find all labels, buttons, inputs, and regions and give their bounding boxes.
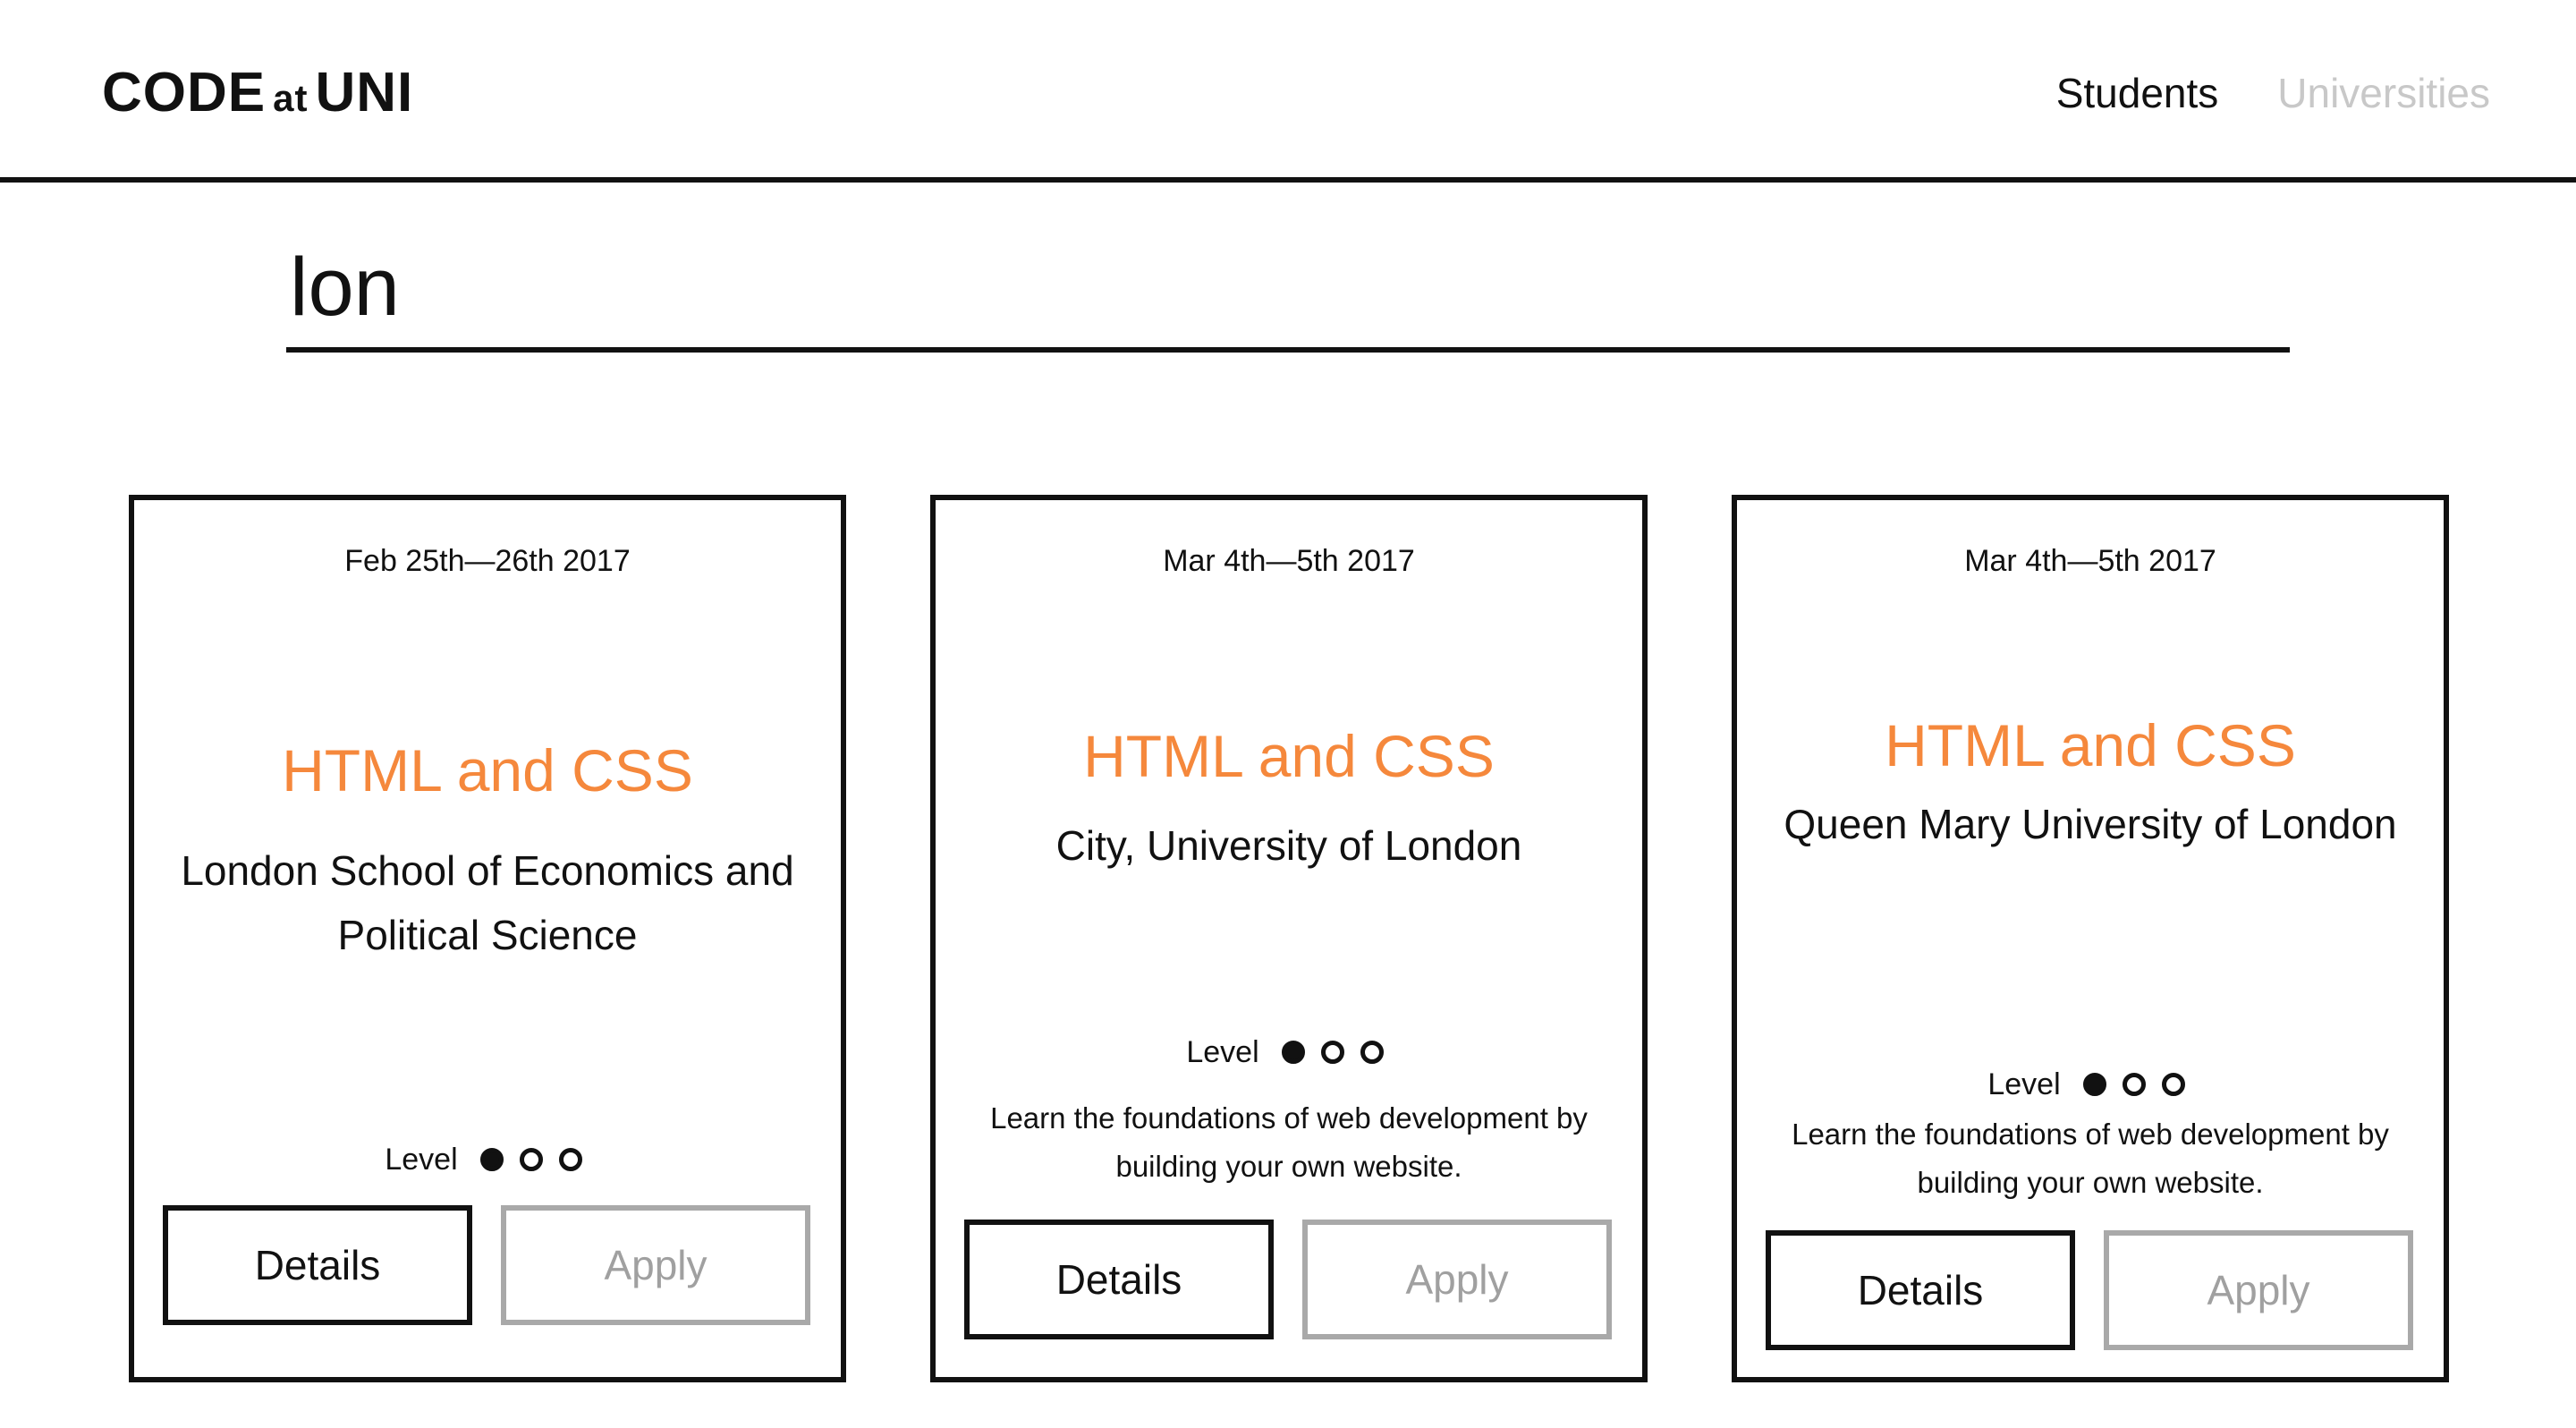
level-dot-icon xyxy=(479,1148,504,1171)
course-description: Learn the foundations of web development… xyxy=(990,1101,1588,1183)
level-dot-icon xyxy=(1360,1041,1384,1064)
level-dot-icon xyxy=(1320,1041,1344,1064)
details-button[interactable]: Details xyxy=(163,1205,472,1325)
nav-universities[interactable]: Universities xyxy=(2277,64,2490,122)
course-title: HTML and CSS xyxy=(1083,723,1495,789)
apply-button[interactable]: Apply xyxy=(2104,1230,2413,1350)
level-dot-icon xyxy=(2161,1073,2185,1096)
course-title: HTML and CSS xyxy=(1885,712,2296,778)
level-label: Level xyxy=(385,1143,458,1177)
search-input[interactable] xyxy=(286,229,2290,345)
course-level: Level xyxy=(1737,1064,2444,1105)
logo-uni: UNI xyxy=(315,62,414,123)
search-bar xyxy=(286,229,2290,353)
apply-button[interactable]: Apply xyxy=(1302,1220,1612,1339)
nav-students[interactable]: Students xyxy=(2056,64,2219,122)
course-card: Feb 25th—26th 2017 HTML and CSS London S… xyxy=(129,495,846,1382)
course-title: HTML and CSS xyxy=(282,737,693,803)
course-description: Learn the foundations of web development… xyxy=(1792,1118,2389,1199)
course-university: City, University of London xyxy=(1055,822,1522,869)
site-logo[interactable]: CODE at UNI xyxy=(102,61,413,131)
level-dot-icon xyxy=(2082,1073,2106,1096)
course-date: Mar 4th—5th 2017 xyxy=(1163,544,1415,578)
level-dot-icon xyxy=(519,1148,543,1171)
level-label: Level xyxy=(1186,1035,1259,1069)
main-nav: Students Universities xyxy=(2056,64,2490,122)
course-card: Mar 4th—5th 2017 HTML and CSS Queen Mary… xyxy=(1732,495,2449,1382)
course-level: Level xyxy=(936,1032,1642,1073)
logo-code: CODE xyxy=(102,62,267,123)
level-dot-icon xyxy=(1281,1041,1305,1064)
details-button[interactable]: Details xyxy=(1766,1230,2075,1350)
site-header: CODE at UNI Students Universities xyxy=(0,0,2576,183)
logo-at: at xyxy=(273,77,309,119)
level-dot-icon xyxy=(2122,1073,2146,1096)
course-university: Queen Mary University of London xyxy=(1784,801,2397,847)
course-date: Mar 4th—5th 2017 xyxy=(1964,544,2216,578)
course-level: Level xyxy=(134,1139,841,1180)
course-card: Mar 4th—5th 2017 HTML and CSS City, Univ… xyxy=(930,495,1648,1382)
level-label: Level xyxy=(1987,1067,2061,1101)
level-dot-icon xyxy=(558,1148,582,1171)
course-university: London School of Economics and Political… xyxy=(181,847,794,958)
course-date: Feb 25th—26th 2017 xyxy=(344,544,631,578)
details-button[interactable]: Details xyxy=(964,1220,1274,1339)
apply-button[interactable]: Apply xyxy=(501,1205,810,1325)
